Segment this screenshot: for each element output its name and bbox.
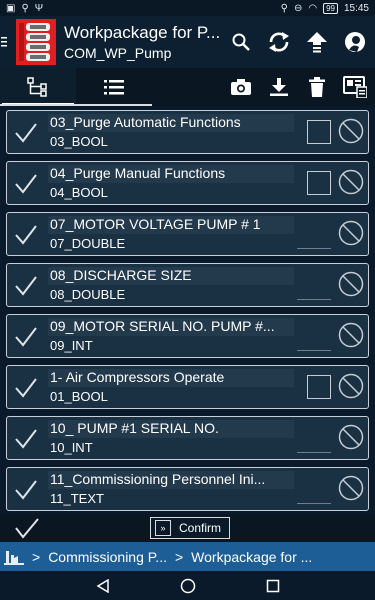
not-applicable-icon[interactable] [337, 372, 365, 400]
item-code: 07_DOUBLE [50, 236, 126, 251]
not-applicable-icon[interactable] [337, 321, 365, 349]
list-item[interactable]: 07_MOTOR VOLTAGE PUMP # 1 07_DOUBLE [6, 212, 369, 256]
item-code: 11_TEXT [50, 491, 104, 506]
check-all-icon[interactable] [14, 516, 40, 540]
list-item[interactable]: 03_Purge Automatic Functions 03_BOOL [6, 110, 369, 154]
dnd-icon: ⊖ [293, 2, 303, 14]
not-applicable-icon[interactable] [337, 423, 365, 451]
checkmark-icon[interactable] [13, 273, 39, 299]
confirm-label: Confirm [179, 521, 222, 535]
list-item[interactable]: 1- Air Compressors Operate 01_BOOL [6, 365, 369, 409]
checkmark-icon[interactable] [13, 222, 39, 248]
item-name: 11_Commissioning Personnel Ini... [50, 471, 266, 487]
clock: 15:45 [343, 2, 369, 14]
user-profile-icon[interactable] [343, 30, 367, 54]
checkmark-icon[interactable] [13, 477, 39, 503]
notification-icon-2: ⚲ [21, 2, 29, 14]
tree-view-icon [27, 77, 47, 97]
item-code: 08_DOUBLE [50, 287, 126, 302]
home-icon[interactable] [178, 576, 198, 596]
checkmark-icon[interactable] [13, 375, 39, 401]
value-input[interactable] [297, 223, 331, 249]
item-code: 01_BOOL [50, 389, 108, 404]
system-nav-bar [0, 571, 375, 600]
page-subtitle: COM_WP_Pump [64, 45, 172, 61]
not-applicable-icon[interactable] [337, 474, 365, 502]
value-input[interactable] [297, 325, 331, 351]
search-icon[interactable] [229, 30, 253, 54]
bottom-action-bar: » Confirm [0, 514, 375, 542]
item-code: 04_BOOL [50, 185, 108, 200]
item-code: 09_INT [50, 338, 93, 353]
wifi-icon: ◠ [308, 2, 318, 14]
view-toolbar [0, 68, 375, 106]
app-logo-icon [16, 19, 56, 65]
item-name: 1- Air Compressors Operate [50, 369, 225, 385]
camera-icon[interactable] [229, 75, 253, 99]
double-chevron-right-icon: » [155, 520, 171, 536]
item-name: 08_DISCHARGE SIZE [50, 267, 192, 283]
status-bar: ▣ ⚲ Ψ ⚲ ⊖ ◠ 99 15:45 [0, 0, 375, 16]
breadcrumb-item-workpackage[interactable]: Workpackage for ... [191, 549, 312, 565]
recents-icon[interactable] [263, 576, 283, 596]
download-icon[interactable] [267, 75, 291, 99]
back-icon[interactable] [93, 576, 113, 596]
not-applicable-icon[interactable] [337, 168, 365, 196]
delete-icon[interactable] [305, 75, 329, 99]
not-applicable-icon[interactable] [337, 270, 365, 298]
list-item[interactable]: 08_DISCHARGE SIZE 08_DOUBLE [6, 263, 369, 307]
list-item[interactable]: 11_Commissioning Personnel Ini... 11_TEX… [6, 467, 369, 511]
notification-icon: ▣ [6, 2, 16, 14]
item-code: 10_INT [50, 440, 93, 455]
refresh-icon[interactable] [267, 30, 291, 54]
breadcrumb-separator: > [32, 548, 41, 565]
tab-tree-view[interactable] [0, 68, 76, 106]
breadcrumb-item-commissioning[interactable]: Commissioning P... [48, 549, 167, 565]
location-icon: ⚲ [280, 2, 288, 14]
item-name: 03_Purge Automatic Functions [50, 114, 241, 130]
checkmark-icon[interactable] [13, 120, 39, 146]
value-checkbox[interactable] [307, 120, 331, 144]
item-code: 03_BOOL [50, 134, 108, 149]
item-name: 04_Purge Manual Functions [50, 165, 226, 181]
list-item[interactable]: 09_MOTOR SERIAL NO. PUMP #... 09_INT [6, 314, 369, 358]
battery-indicator: 99 [323, 2, 338, 14]
value-checkbox[interactable] [307, 375, 331, 399]
checkmark-icon[interactable] [13, 426, 39, 452]
item-list: 03_Purge Automatic Functions 03_BOOL 04_… [0, 106, 375, 514]
checkmark-icon[interactable] [13, 324, 39, 350]
confirm-button[interactable]: » Confirm [150, 517, 231, 539]
device-sync-icon[interactable] [343, 75, 367, 99]
breadcrumb: > Commissioning P... > Workpackage for .… [0, 542, 375, 571]
not-applicable-icon[interactable] [337, 219, 365, 247]
not-applicable-icon[interactable] [337, 117, 365, 145]
drawer-menu-icon[interactable] [1, 35, 13, 49]
list-item[interactable]: 10_ PUMP #1 SERIAL NO. 10_INT [6, 416, 369, 460]
checkmark-icon[interactable] [13, 171, 39, 197]
value-input[interactable] [297, 274, 331, 300]
usb-icon: Ψ [34, 2, 44, 14]
list-view-icon [104, 80, 124, 95]
list-item[interactable]: 04_Purge Manual Functions 04_BOOL [6, 161, 369, 205]
tab-list-view[interactable] [76, 68, 152, 106]
upload-arrow-icon[interactable] [305, 30, 329, 54]
plant-factory-icon[interactable] [4, 547, 24, 567]
value-checkbox[interactable] [307, 171, 331, 195]
value-input[interactable] [297, 478, 331, 504]
value-input[interactable] [297, 427, 331, 453]
item-name: 10_ PUMP #1 SERIAL NO. [50, 420, 219, 436]
item-name: 09_MOTOR SERIAL NO. PUMP #... [50, 318, 275, 334]
item-name: 07_MOTOR VOLTAGE PUMP # 1 [50, 216, 261, 232]
app-bar: Workpackage for P... COM_WP_Pump [0, 16, 375, 68]
breadcrumb-separator: > [174, 548, 184, 565]
page-title: Workpackage for P... [64, 23, 221, 42]
